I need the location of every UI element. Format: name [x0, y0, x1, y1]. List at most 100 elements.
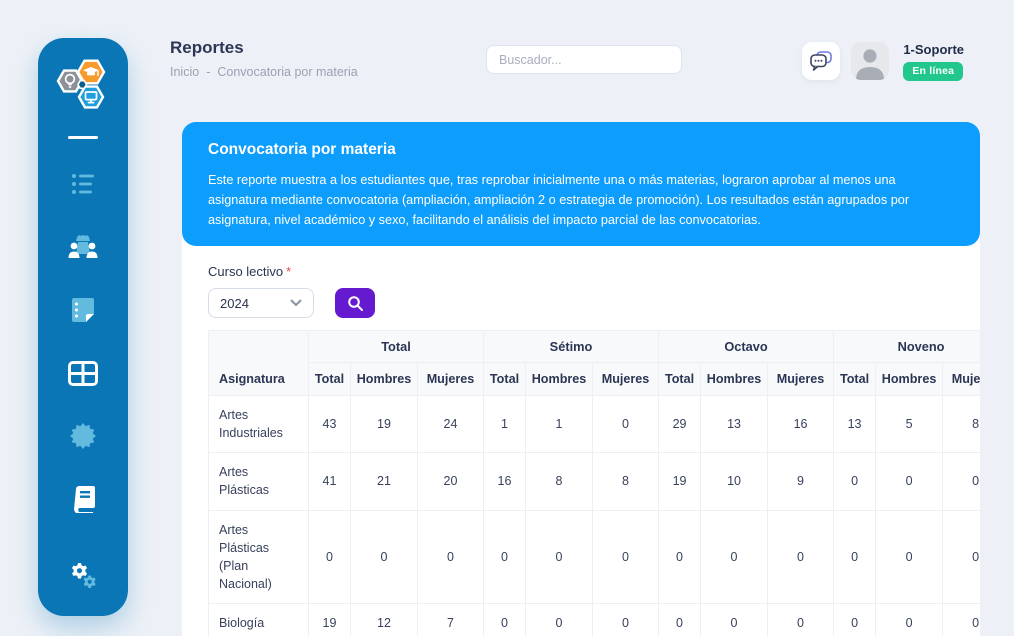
sidebar-item-settings[interactable] — [66, 560, 100, 590]
value-cell: 0 — [484, 510, 526, 604]
value-cell: 10 — [701, 453, 768, 510]
value-cell: 0 — [876, 510, 943, 604]
value-cell: 19 — [351, 396, 418, 453]
value-cell: 0 — [768, 510, 834, 604]
sidebar-item-table[interactable] — [66, 358, 100, 388]
column-header: Mujeres — [593, 363, 659, 396]
value-cell: 0 — [876, 453, 943, 510]
user-meta: 1-Soporte En línea — [903, 42, 964, 81]
value-cell: 8 — [943, 396, 980, 453]
chat-button[interactable] — [802, 42, 840, 80]
group-header: Sétimo — [484, 331, 659, 363]
value-cell: 21 — [351, 453, 418, 510]
column-header-subject: Asignatura — [209, 363, 309, 396]
value-cell: 9 — [768, 453, 834, 510]
value-cell: 0 — [593, 396, 659, 453]
value-cell: 0 — [309, 510, 351, 604]
group-header: Total — [309, 331, 484, 363]
sidebar-item-notes[interactable] — [66, 295, 100, 325]
value-cell: 12 — [351, 604, 418, 636]
subject-cell: Artes Plásticas (Plan Nacional) — [209, 510, 309, 604]
book-icon — [70, 485, 97, 513]
sidebar-item-seal[interactable] — [66, 421, 100, 451]
column-header: Mujeres — [418, 363, 484, 396]
status-badge: En línea — [903, 62, 963, 81]
group-header: Octavo — [659, 331, 834, 363]
required-asterisk: * — [286, 264, 291, 279]
students-group-icon — [67, 234, 99, 261]
value-cell: 0 — [484, 604, 526, 636]
global-search — [486, 45, 682, 74]
sidebar-item-book[interactable] — [66, 484, 100, 514]
report-table: TotalSétimoOctavoNovenoAsignaturaTotalHo… — [208, 330, 980, 636]
avatar[interactable] — [851, 42, 889, 80]
value-cell: 0 — [943, 453, 980, 510]
value-cell: 16 — [768, 396, 834, 453]
breadcrumb-separator: - — [206, 65, 210, 79]
value-cell: 0 — [526, 510, 593, 604]
page-title: Reportes — [170, 38, 358, 58]
column-header: Mujeres — [943, 363, 980, 396]
value-cell: 0 — [593, 604, 659, 636]
menu-list-icon — [69, 171, 97, 197]
value-cell: 0 — [834, 453, 876, 510]
column-header: Mujeres — [768, 363, 834, 396]
app-logo-hexagons-icon[interactable] — [55, 58, 111, 112]
report-table-wrap[interactable]: TotalSétimoOctavoNovenoAsignaturaTotalHo… — [208, 330, 980, 636]
settings-gears-icon — [68, 561, 98, 589]
value-cell: 0 — [943, 604, 980, 636]
value-cell: 1 — [526, 396, 593, 453]
value-cell: 0 — [351, 510, 418, 604]
value-cell: 0 — [876, 604, 943, 636]
column-header: Hombres — [876, 363, 943, 396]
table-grid-icon — [68, 361, 98, 386]
value-cell: 0 — [768, 604, 834, 636]
breadcrumb-current: Convocatoria por materia — [217, 65, 357, 79]
column-header: Total — [834, 363, 876, 396]
value-cell: 0 — [943, 510, 980, 604]
sidebar — [38, 38, 128, 616]
subject-cell: Artes Plásticas — [209, 453, 309, 510]
value-cell: 0 — [418, 510, 484, 604]
column-header: Hombres — [701, 363, 768, 396]
value-cell: 19 — [309, 604, 351, 636]
value-cell: 16 — [484, 453, 526, 510]
subject-cell: Biología — [209, 604, 309, 636]
value-cell: 24 — [418, 396, 484, 453]
sidebar-divider — [68, 136, 98, 139]
sidebar-item-students[interactable] — [66, 232, 100, 262]
filter-label-text: Curso lectivo — [208, 264, 283, 279]
value-cell: 19 — [659, 453, 701, 510]
table-row: Artes Plásticas412120168819109000 — [209, 453, 981, 510]
value-cell: 8 — [526, 453, 593, 510]
breadcrumb-home[interactable]: Inicio — [170, 65, 199, 79]
column-header: Hombres — [351, 363, 418, 396]
magnifier-icon — [347, 295, 364, 312]
value-cell: 13 — [701, 396, 768, 453]
chevron-down-icon — [290, 299, 302, 307]
filter-search-button[interactable] — [335, 288, 375, 318]
filter-section: Curso lectivo* 2024 — [208, 264, 375, 318]
value-cell: 29 — [659, 396, 701, 453]
value-cell: 7 — [418, 604, 484, 636]
group-header-spacer — [209, 331, 309, 363]
value-cell: 0 — [526, 604, 593, 636]
user-name: 1-Soporte — [903, 42, 964, 57]
subject-cell: Artes Industriales — [209, 396, 309, 453]
value-cell: 0 — [659, 510, 701, 604]
notes-icon — [70, 296, 96, 324]
search-input[interactable] — [486, 45, 682, 74]
group-header: Noveno — [834, 331, 980, 363]
value-cell: 0 — [834, 510, 876, 604]
year-select[interactable]: 2024 — [208, 288, 314, 318]
value-cell: 8 — [593, 453, 659, 510]
value-cell: 5 — [876, 396, 943, 453]
sidebar-item-menu-list[interactable] — [66, 169, 100, 199]
page-header: Reportes Inicio - Convocatoria por mater… — [170, 38, 358, 79]
report-banner-description: Este reporte muestra a los estudiantes q… — [208, 170, 954, 230]
value-cell: 0 — [701, 510, 768, 604]
value-cell: 0 — [701, 604, 768, 636]
table-row: Biología19127000000000 — [209, 604, 981, 636]
value-cell: 13 — [834, 396, 876, 453]
column-header: Hombres — [526, 363, 593, 396]
